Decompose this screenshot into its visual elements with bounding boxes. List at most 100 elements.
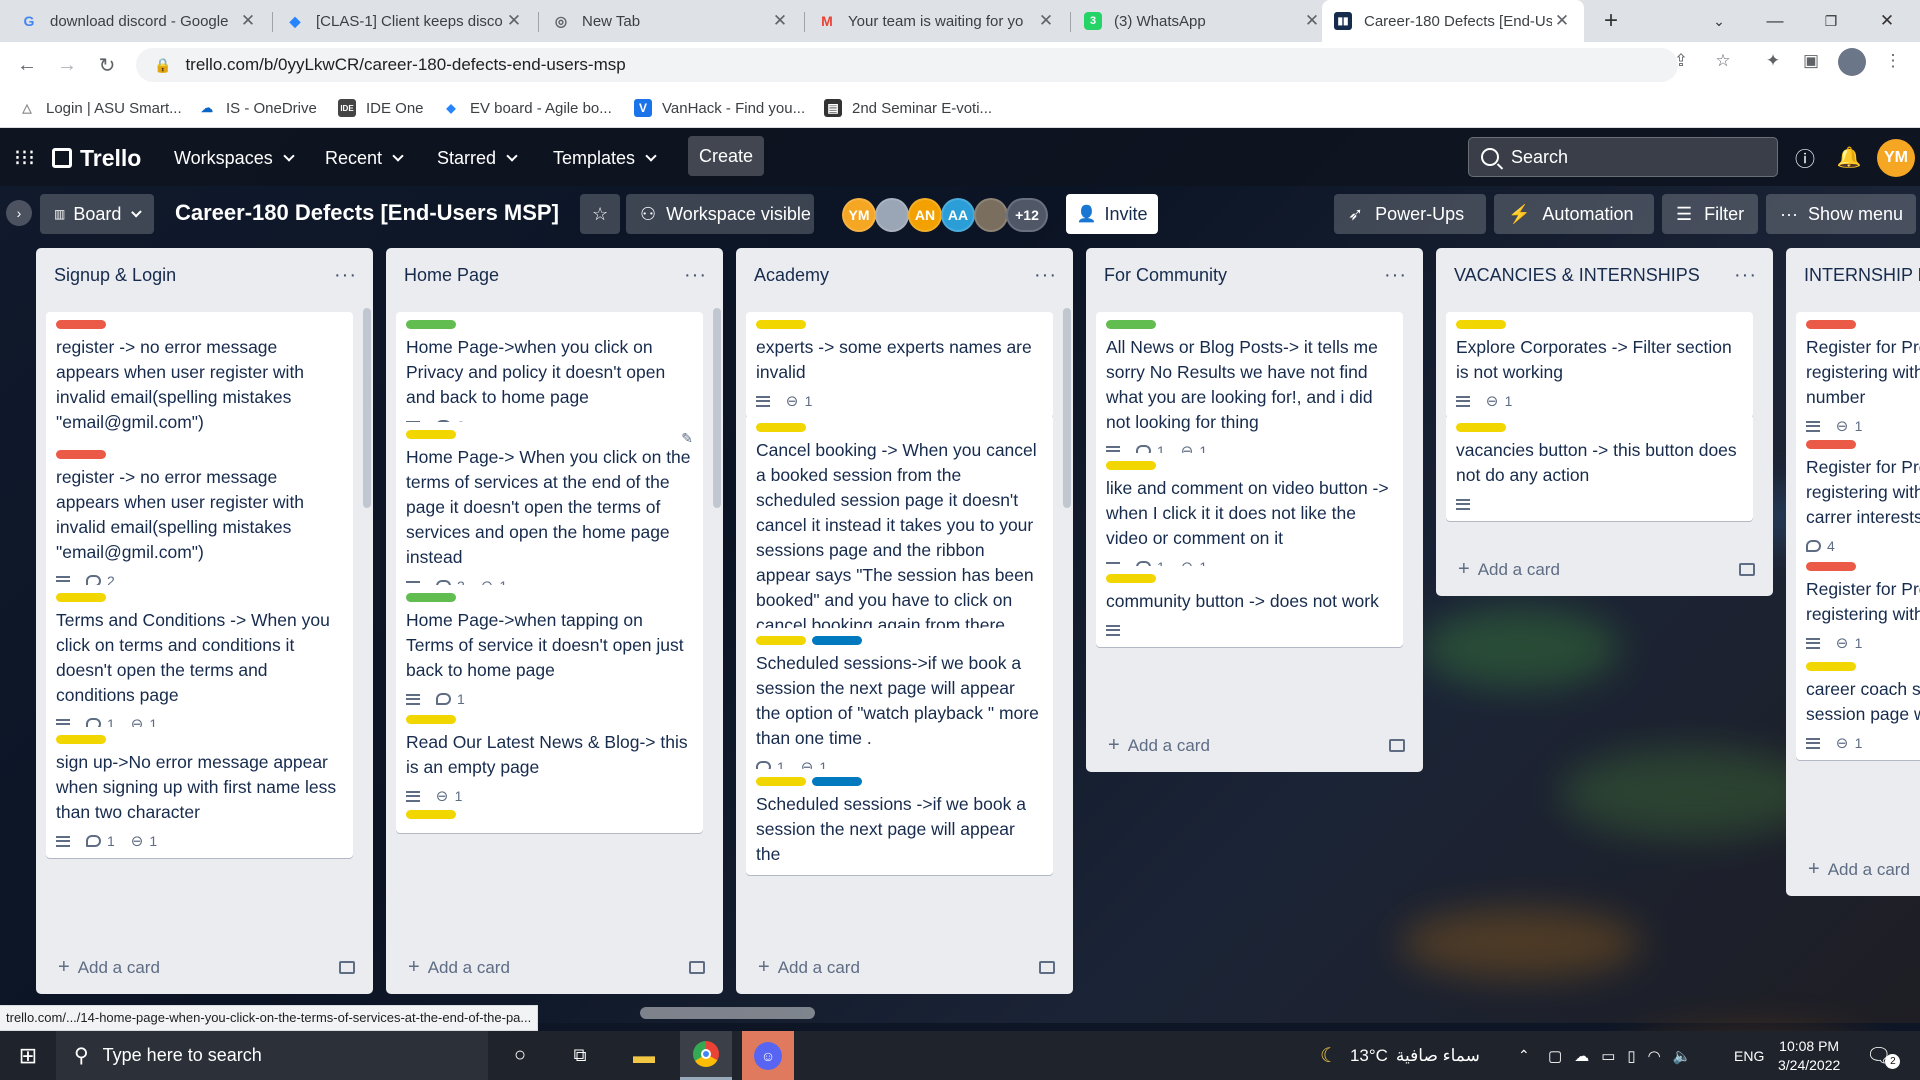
search-input[interactable]: Search [1468,137,1778,177]
wifi-icon[interactable]: ◠ [1648,1047,1661,1065]
list-title[interactable]: Signup & Login [54,265,176,286]
show-menu-button[interactable]: ··· Show menu [1766,194,1916,234]
label-yellow[interactable] [56,735,106,744]
label-yellow[interactable] [756,636,806,645]
starred-menu[interactable]: Starred [437,142,518,174]
list-header[interactable]: Home Page ··· [386,248,723,302]
card[interactable]: Register for Pro registering with number… [1796,312,1920,443]
onedrive-tray-icon[interactable]: ☁ [1574,1047,1589,1065]
list-scrollbar[interactable] [1063,308,1071,508]
window-close-icon[interactable]: ✕ [1864,0,1910,42]
label-yellow[interactable] [1806,662,1856,671]
discord-taskbar-icon[interactable]: ☺ [742,1031,794,1080]
tab-search-icon[interactable]: ⌄ [1696,0,1742,42]
chrome-taskbar-icon[interactable] [680,1031,732,1080]
visibility-button[interactable]: ⚇ Workspace visible [626,194,814,234]
reload-icon[interactable]: ↻ [92,50,122,80]
list-title[interactable]: Home Page [404,265,499,286]
list-title[interactable]: VACANCIES & INTERNSHIPS [1454,265,1700,286]
member-avatar[interactable]: AA [941,198,975,232]
card[interactable]: All News or Blog Posts-> it tells me sor… [1096,312,1403,468]
profile-avatar[interactable] [1838,48,1866,76]
language-indicator[interactable]: ENG [1734,1031,1764,1080]
label-yellow[interactable] [756,320,806,329]
edit-pencil-icon[interactable]: ✎ [681,430,693,447]
list-title[interactable]: INTERNSHIP P [1804,265,1920,286]
label-red[interactable] [56,320,106,329]
bookmark-item[interactable]: IDE IDE One [338,96,424,120]
card[interactable]: Home Page->when tapping on Terms of serv… [396,585,703,716]
bookmark-item[interactable]: ☁ IS - OneDrive [198,96,317,120]
weather-widget[interactable]: ☾ 13°C سماء صافية [1320,1031,1480,1080]
label-green[interactable] [406,320,456,329]
side-panel-icon[interactable]: ▣ [1798,48,1824,74]
file-explorer-icon[interactable]: ▬ [620,1031,668,1080]
meet-icon[interactable]: ▢ [1548,1047,1562,1065]
bookmark-item[interactable]: ▤ 2nd Seminar E-voti... [824,96,992,120]
label-yellow[interactable] [406,715,456,724]
templates-menu[interactable]: Templates [553,142,657,174]
workspaces-menu[interactable]: Workspaces [174,142,295,174]
app-switcher-icon[interactable]: ⁝⁝⁝ [14,142,35,174]
card[interactable]: experts -> some experts names are invali… [746,312,1053,418]
windows-start-icon[interactable]: ⊞ [0,1031,56,1080]
card-template-icon[interactable] [689,960,705,974]
automation-button[interactable]: ⚡ Automation [1494,194,1654,234]
card[interactable]: register -> no error message appears whe… [46,442,353,598]
card[interactable]: career coach se session page w ⊘ 1 [1796,654,1920,760]
member-avatar[interactable] [875,198,909,232]
user-avatar[interactable]: YM [1877,139,1915,177]
maximize-icon[interactable]: ❐ [1808,0,1854,42]
label-green[interactable] [1106,320,1156,329]
label-yellow[interactable] [1456,320,1506,329]
bookmark-item[interactable]: ◆ EV board - Agile bo... [442,96,611,120]
card[interactable]: like and comment on video button -> when… [1096,453,1403,584]
label-blue[interactable] [812,777,862,786]
list-menu-icon[interactable]: ··· [1034,264,1057,287]
new-tab-icon[interactable]: + [1588,0,1634,42]
add-card-button[interactable]: + Add a card [1086,718,1423,772]
label-red[interactable] [1806,562,1856,571]
list-menu-icon[interactable]: ··· [1384,264,1407,287]
volume-icon[interactable]: 🔈 [1673,1047,1692,1065]
battery-icon[interactable]: ▯ [1627,1047,1635,1065]
forward-icon[interactable]: → [52,50,82,80]
add-card-button[interactable]: + Add a card [36,940,373,994]
label-yellow[interactable] [756,423,806,432]
card-template-icon[interactable] [1389,738,1405,752]
board-view-switcher[interactable]: ▥ Board [40,194,154,234]
card[interactable]: community button -> does not work [1096,566,1403,647]
list-header[interactable]: For Community ··· [1086,248,1423,302]
close-tab-icon[interactable]: ✕ [1552,11,1572,31]
card-template-icon[interactable] [339,960,355,974]
back-icon[interactable]: ← [12,50,42,80]
card[interactable]: sign up->No error message appear when si… [46,727,353,858]
share-icon[interactable]: ⇪ [1668,48,1694,74]
label-blue[interactable] [812,636,862,645]
label-green[interactable] [406,593,456,602]
list-header[interactable]: INTERNSHIP P [1786,248,1920,302]
close-tab-icon[interactable]: ✕ [504,11,524,31]
more-members-badge[interactable]: +12 [1006,198,1048,232]
extensions-icon[interactable]: ✦ [1760,48,1786,74]
card-template-icon[interactable] [1039,960,1055,974]
close-tab-icon[interactable]: ✕ [1036,11,1056,31]
list-menu-icon[interactable]: ··· [1734,264,1757,287]
member-avatar[interactable] [974,198,1008,232]
label-yellow[interactable] [756,777,806,786]
card[interactable]: vacancies button -> this button does not… [1446,415,1753,521]
taskbar-search-input[interactable]: ⚲ Type here to search [56,1031,488,1080]
card[interactable]: Explore Corporates -> Filter section is … [1446,312,1753,418]
browser-tab[interactable]: M Your team is waiting for yo ✕ [806,0,1068,42]
member-avatar[interactable]: AN [908,198,942,232]
label-yellow[interactable] [1106,574,1156,583]
recent-menu[interactable]: Recent [325,142,404,174]
card[interactable]: Register for Pro registering with carrer… [1796,432,1920,563]
label-red[interactable] [1806,320,1856,329]
board-title[interactable]: Career-180 Defects [End-Users MSP] [175,200,559,226]
notification-center-icon[interactable]: 🗨 2 [1866,1031,1901,1080]
add-card-button[interactable]: + Add a card [736,940,1073,994]
label-yellow[interactable] [1456,423,1506,432]
browser-menu-icon[interactable]: ⋮ [1880,48,1906,74]
bookmark-item[interactable]: V VanHack - Find you... [634,96,805,120]
